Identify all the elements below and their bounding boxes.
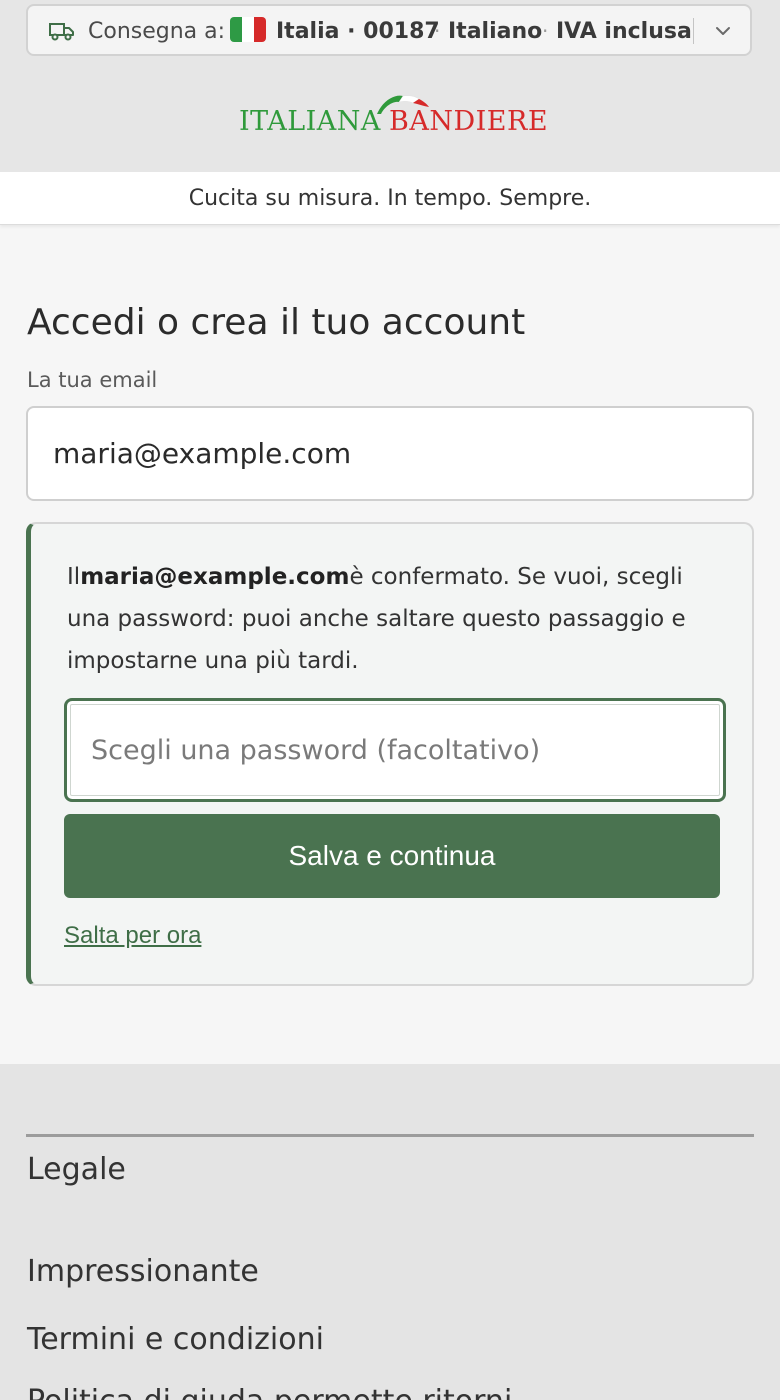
message-email: maria@example.com: [80, 564, 350, 590]
footer-link-returns-policy[interactable]: Politica di giuda permette ritorni: [27, 1384, 512, 1400]
confirmation-message: Ilmaria@example.comè confermato. Se vuoi…: [67, 556, 727, 682]
delivery-label: Consegna a:: [88, 19, 226, 44]
delivery-language: Italiano: [448, 19, 543, 44]
separator-dot: ·: [542, 19, 549, 43]
flag-white-stripe: [242, 17, 254, 42]
footer-link-imprint[interactable]: Impressionante: [27, 1254, 259, 1289]
delivery-bar-region: Consegna a: Italia · 00187 · Italiano · …: [0, 0, 780, 62]
message-prefix: Il: [67, 564, 81, 590]
site-logo[interactable]: ITALIANA BANDIERE: [239, 92, 549, 152]
vat-status: IVA inclusa: [556, 19, 692, 44]
delivery-selector[interactable]: Consegna a: Italia · 00187 · Italiano · …: [26, 4, 752, 56]
footer-section-title: Legale: [27, 1152, 126, 1187]
divider: [693, 18, 694, 44]
delivery-country: Italia · 00187: [276, 19, 440, 44]
email-label: La tua email: [27, 368, 158, 392]
save-continue-button[interactable]: Salva e continua: [64, 814, 720, 898]
truck-icon: [49, 23, 74, 41]
logo-text-bandiere: BANDIERE: [389, 106, 549, 137]
footer-divider: [26, 1134, 754, 1137]
password-field[interactable]: [64, 698, 726, 802]
logo-text-italiana: ITALIANA: [239, 106, 381, 137]
email-field[interactable]: [26, 406, 754, 501]
page-title: Accedi o crea il tuo account: [27, 302, 526, 343]
separator-dot: ·: [434, 19, 441, 43]
flag-green-stripe: [230, 17, 242, 42]
chevron-down-icon[interactable]: [708, 18, 738, 44]
tagline-bar: Cucita su misura. In tempo. Sempre.: [0, 172, 780, 225]
flag-red-stripe: [254, 17, 266, 42]
skip-link[interactable]: Salta per ora: [64, 922, 201, 950]
tagline: Cucita su misura. In tempo. Sempre.: [188, 186, 592, 211]
footer: Legale Impressionante Termini e condizio…: [0, 1064, 780, 1400]
footer-link-terms[interactable]: Termini e condizioni: [27, 1322, 324, 1357]
confirmation-panel: Ilmaria@example.comè confermato. Se vuoi…: [26, 522, 754, 986]
italy-flag-icon: [230, 17, 266, 42]
